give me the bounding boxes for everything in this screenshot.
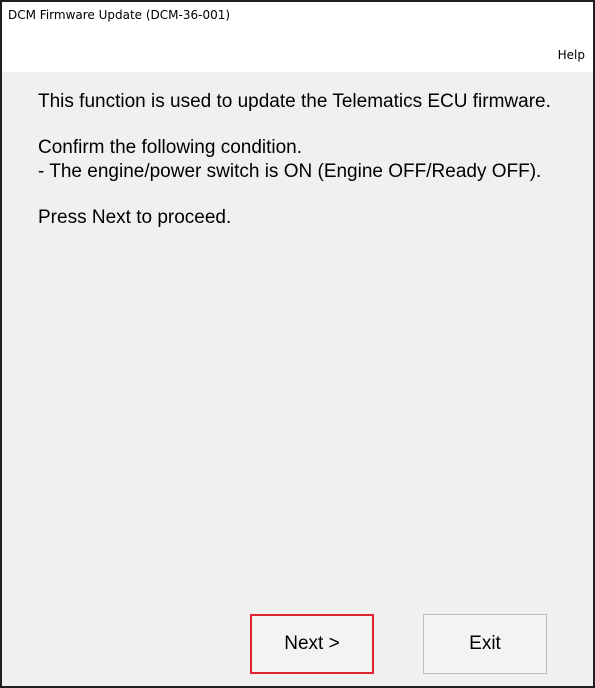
next-button[interactable]: Next > [250, 614, 374, 674]
instructions-panel: This function is used to update the Tele… [38, 90, 588, 252]
help-menu-item[interactable]: Help [558, 48, 585, 62]
exit-button[interactable]: Exit [423, 614, 547, 674]
title-bar: DCM Firmware Update (DCM-36-001) [2, 2, 593, 40]
proceed-instruction-text: Press Next to proceed. [38, 207, 232, 228]
exit-button-label: Exit [469, 633, 501, 654]
description-text: This function is used to update the Tele… [38, 91, 551, 112]
window-title: DCM Firmware Update (DCM-36-001) [8, 8, 231, 22]
firmware-update-window: DCM Firmware Update (DCM-36-001) Help Th… [0, 0, 595, 688]
menu-bar: Help [2, 40, 593, 72]
next-button-label: Next > [284, 633, 340, 654]
condition-text: Confirm the following condition. - The e… [38, 137, 542, 182]
